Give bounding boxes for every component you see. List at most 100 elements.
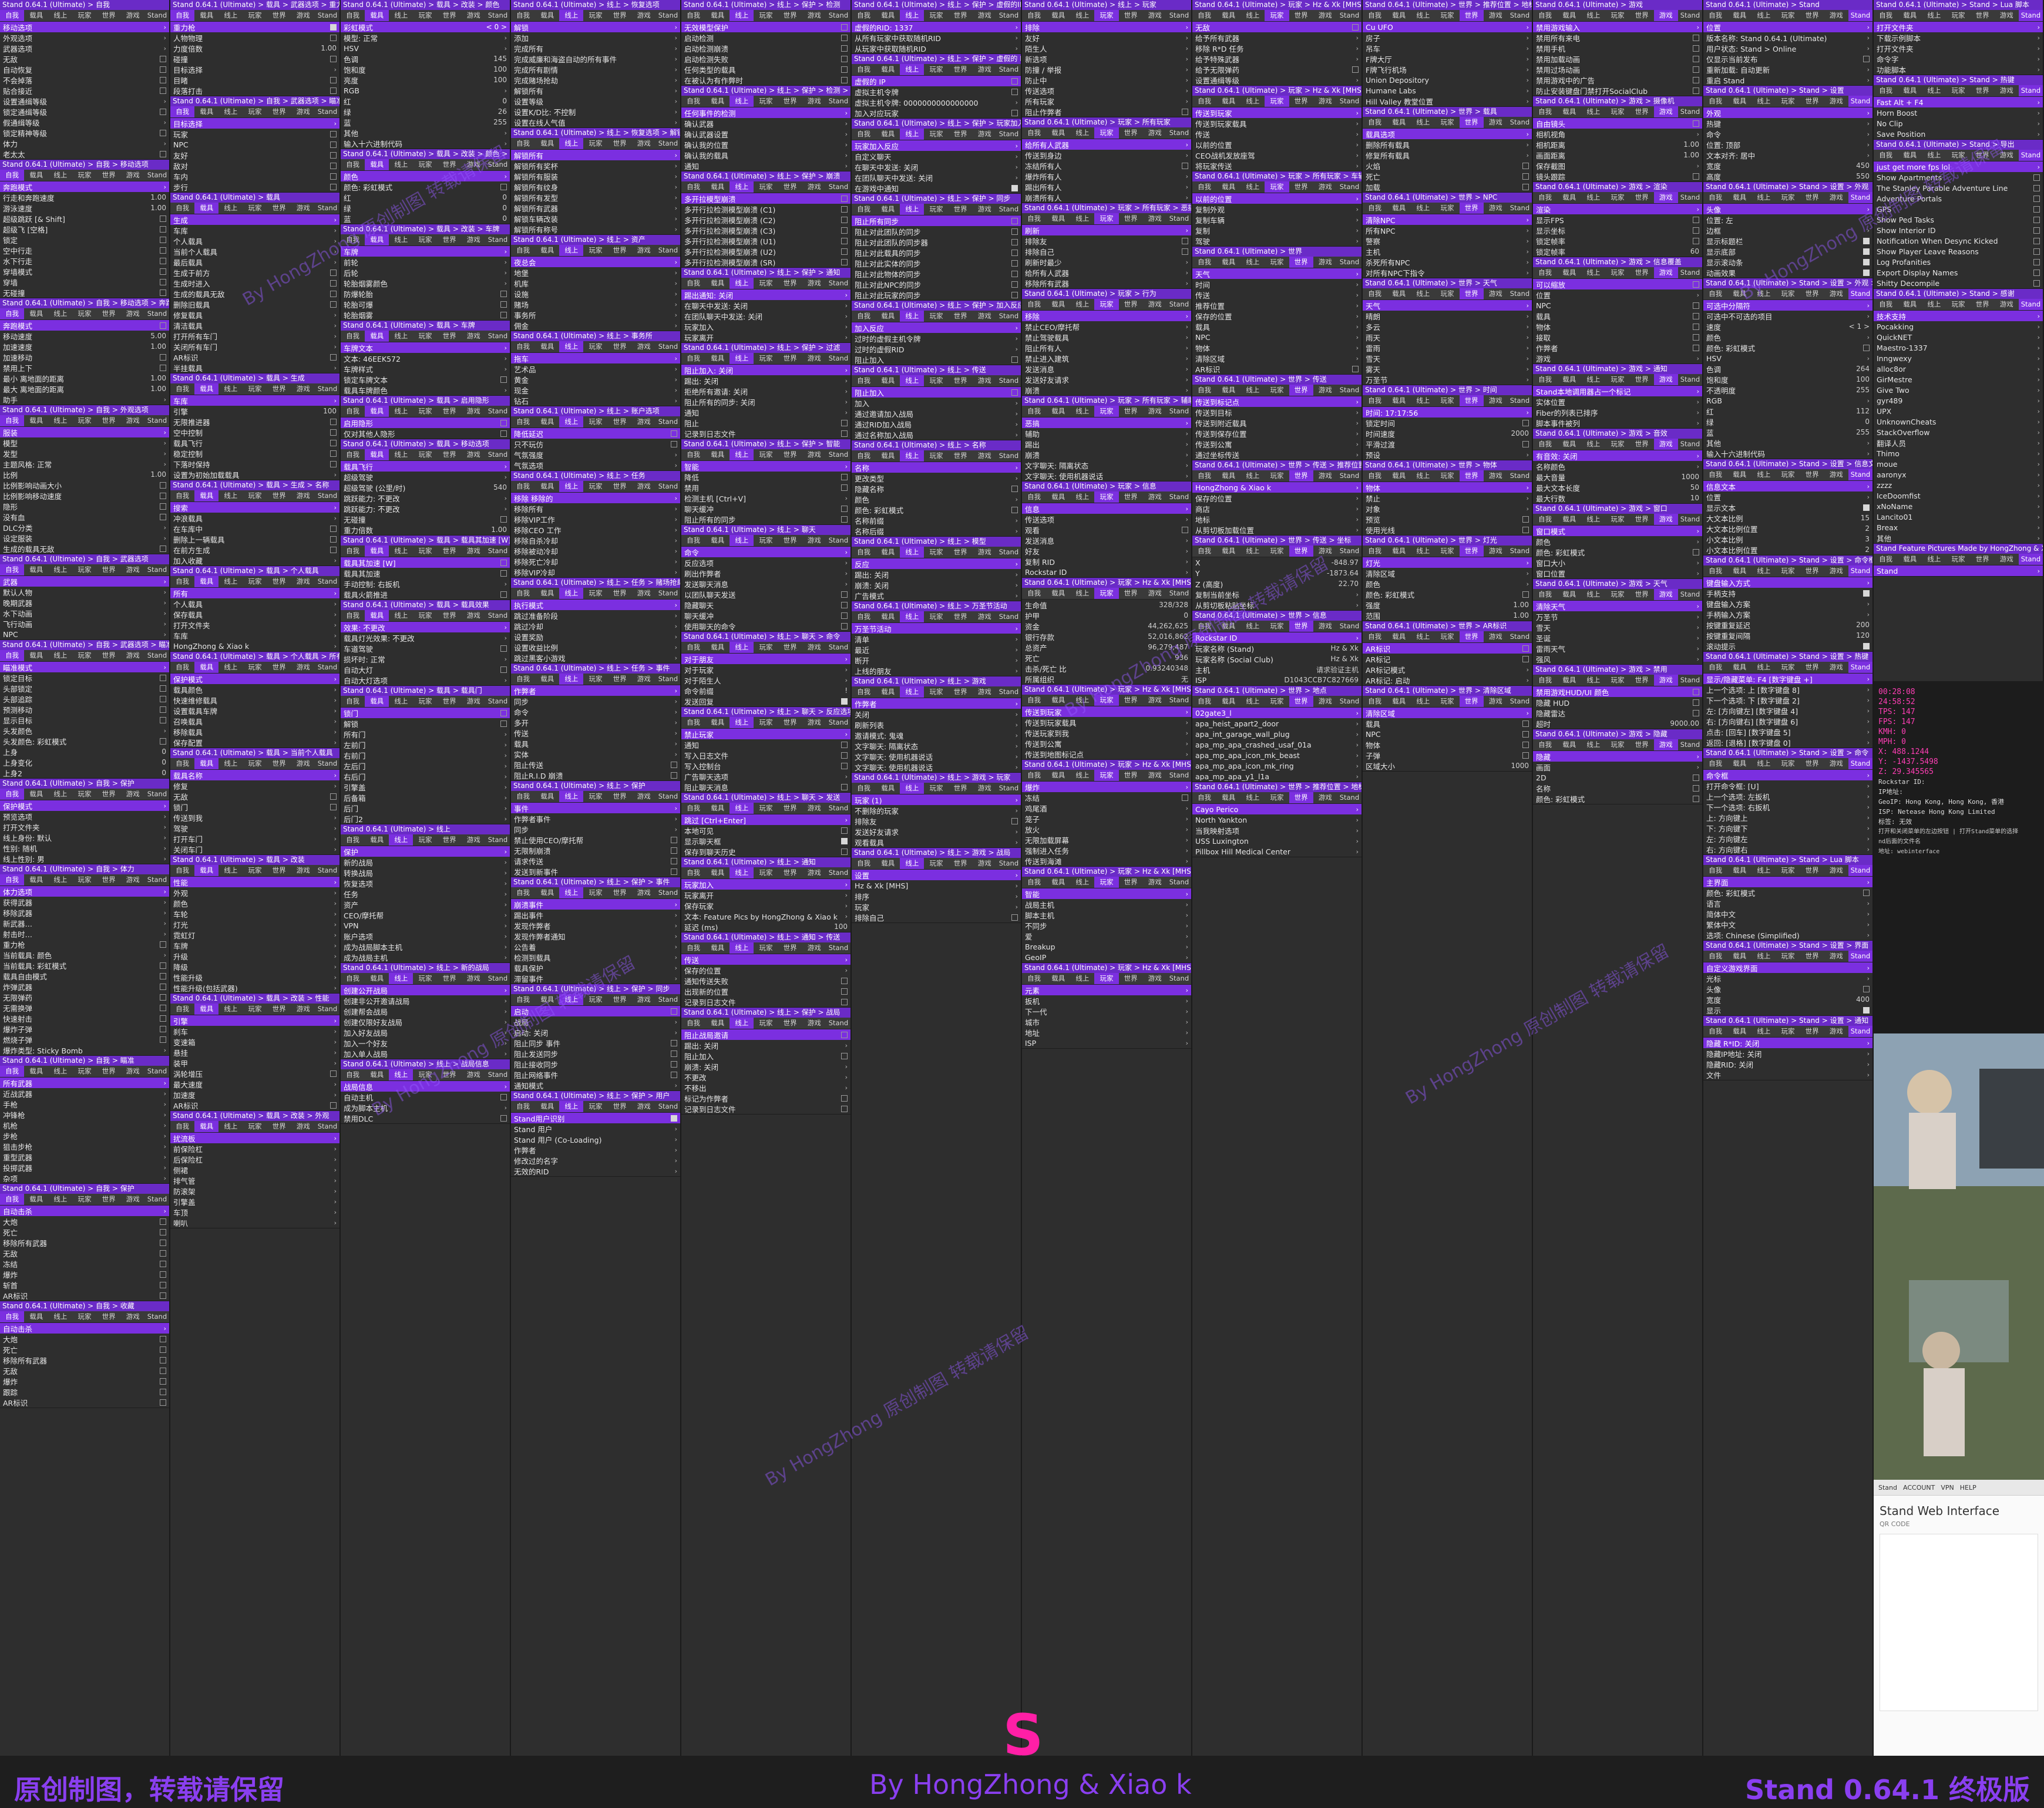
tab-1[interactable]: 载具 [705,96,729,107]
menu-item[interactable]: 线上性别: 男 › [0,853,169,864]
menu-item[interactable]: 解锁所有奖杯 › [511,160,680,171]
menu-item[interactable]: UPX › [1874,406,2043,416]
menu-item[interactable]: 老太太 [0,149,169,159]
menu-item[interactable]: 命令字 › [1874,53,2043,64]
toggle-checkbox[interactable] [160,695,166,702]
tab-6[interactable]: Stand [315,383,339,395]
tab-0[interactable]: 自我 [0,415,25,426]
menu-item[interactable]: 上身变化 0 [0,757,169,767]
menu-item[interactable]: 绿 26 [341,106,510,117]
menu-item[interactable]: 时间: 17:17:56 › [1363,407,1532,418]
menu-item[interactable]: 添加 › [511,32,680,43]
tab-4[interactable]: 世界 [1800,951,1824,962]
tab-0[interactable]: 自我 [341,696,365,707]
tab-1[interactable]: 载具 [1727,10,1751,21]
tab-0[interactable]: 自我 [852,858,876,869]
tab-2[interactable]: 线上 [900,686,924,698]
toggle-checkbox[interactable] [500,183,507,190]
menu-item[interactable]: 在团队聊天中发送: 关闭 › [852,172,1021,183]
tab-1[interactable]: 载具 [1216,546,1240,557]
toggle-checkbox[interactable] [160,1036,166,1043]
menu-item[interactable]: Export Display Names [1874,267,2043,278]
tab-0[interactable]: 自我 [1533,514,1557,525]
menu-item[interactable]: 禁用过场动画 [1533,64,1702,75]
menu-item[interactable]: 延迟 (ms) 100 [681,921,850,932]
menu-item[interactable]: 战局 › [511,1016,680,1027]
tab-6[interactable]: Stand [826,1018,850,1029]
tab-6[interactable]: Stand [145,1194,169,1205]
tab-2[interactable]: 线上 [1751,10,1776,21]
tab-1[interactable]: 载具 [876,375,900,386]
toggle-checkbox[interactable] [500,1115,507,1122]
tab-5[interactable]: 游戏 [121,308,145,319]
menu-item[interactable]: 无限推进器 [170,416,339,427]
menu-item[interactable]: 自由镜头 [1533,118,1702,129]
menu-item[interactable]: 头发颜色: 彩虹模式 [0,736,169,746]
menu-item[interactable]: 个人载具 › [170,598,339,609]
menu-item[interactable]: 颜色: 彩虹模式 [1533,547,1702,557]
tab-1[interactable]: 载具 [365,159,389,170]
menu-item[interactable]: 加入好友战局 › [341,1027,510,1038]
toggle-checkbox[interactable] [160,716,166,723]
tab-2[interactable]: 线上 [559,994,584,1005]
menu-item[interactable]: 传送到公寓 › [1022,738,1191,749]
menu-item[interactable]: 保存配置 › [170,737,339,748]
tab-2[interactable]: 线上 [1411,631,1435,642]
toggle-checkbox[interactable] [1522,645,1529,652]
tab-1[interactable]: 载具 [1046,10,1070,21]
menu-item[interactable]: 加入一个好友 › [341,1038,510,1048]
tab-2[interactable]: 线上 [729,642,754,653]
menu-item[interactable]: 邀请模式: 鬼魂 › [852,730,1021,740]
tab-2[interactable]: 线上 [1751,865,1776,876]
menu-item[interactable]: Hill Valley 教堂位置 › [1363,96,1532,106]
menu-item[interactable]: 聊天缓冲 [681,503,850,514]
menu-item[interactable]: 载具火箭推进 [341,589,510,600]
toggle-checkbox[interactable] [841,741,848,748]
toggle-checkbox[interactable] [330,418,337,425]
menu-item[interactable]: 最大 离地面的距离 1.00 [0,383,169,394]
tab-5[interactable]: 游戏 [1313,621,1337,632]
tab-4[interactable]: 世界 [1971,85,1995,96]
menu-item[interactable]: 成为战局脚本主机 › [341,941,510,952]
toggle-checkbox[interactable] [1863,642,1870,649]
tab-4[interactable]: 世界 [949,129,973,140]
tab-6[interactable]: Stand [1848,662,1872,673]
menu-item[interactable]: 晴朗 › [1363,311,1532,321]
menu-item[interactable]: 跳过冷却 › [511,621,680,631]
tab-6[interactable]: Stand [1678,589,1702,600]
tab-6[interactable]: Stand [145,874,169,886]
tab-3[interactable]: 玩家 [924,375,948,386]
toggle-checkbox[interactable] [841,848,848,855]
menu-item[interactable]: 冻结 [1022,792,1191,803]
tab-2[interactable]: 线上 [1581,10,1605,21]
tab-2[interactable]: 线上 [218,490,243,501]
menu-item[interactable]: 删除旧载具 [170,299,339,309]
toggle-checkbox[interactable] [330,183,337,190]
tab-3[interactable]: 玩家 [1776,758,1800,769]
tab-5[interactable]: 游戏 [1824,469,1848,480]
tab-4[interactable]: 世界 [949,64,973,75]
menu-item[interactable]: 黄金 › [511,374,680,385]
toggle-checkbox[interactable] [330,353,337,361]
menu-item[interactable]: apa_mp_apa_icon_mk_ring › [1192,760,1361,771]
tab-3[interactable]: 玩家 [1265,696,1289,707]
menu-item[interactable]: 外观 › [170,887,339,898]
menu-item[interactable]: 灯光 › [1363,557,1532,568]
toggle-checkbox[interactable] [330,1070,337,1077]
tab-3[interactable]: 玩家 [243,662,267,673]
tab-3[interactable]: 玩家 [1605,192,1629,203]
menu-item[interactable]: UnknownCheats › [1874,416,2043,427]
menu-item[interactable]: 天气 › [1192,268,1361,279]
tab-3[interactable]: 玩家 [243,1004,267,1015]
menu-item[interactable]: 新武器… › [0,918,169,928]
menu-item[interactable]: 气氛强度 › [511,449,680,460]
toggle-checkbox[interactable] [841,484,848,491]
menu-item[interactable]: Thimo › [1874,448,2043,459]
tab-4[interactable]: 世界 [608,588,632,599]
menu-item[interactable]: 降低延迟 [511,428,680,439]
tab-3[interactable]: 玩家 [1776,865,1800,876]
tab-6[interactable]: Stand [826,803,850,814]
toggle-checkbox[interactable] [671,1008,677,1015]
tab-4[interactable]: 世界 [1289,96,1313,107]
tab-5[interactable]: 游戏 [973,450,997,462]
